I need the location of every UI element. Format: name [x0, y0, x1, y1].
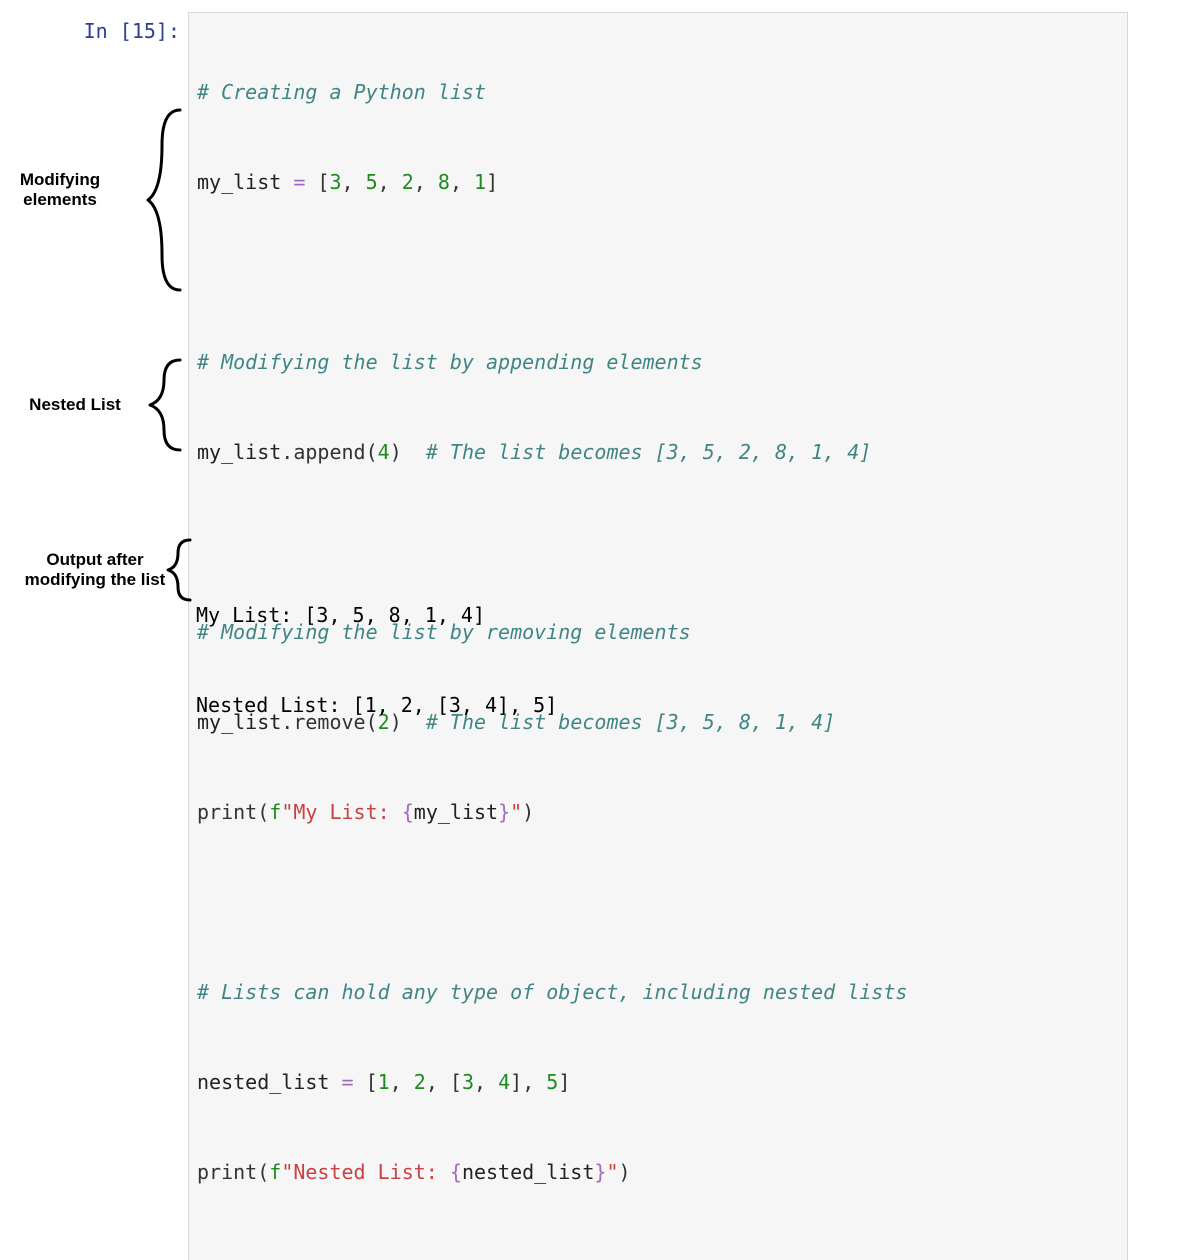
num: 8 [438, 170, 450, 194]
code-line-12: nested_list = [1, 2, [3, 4], 5] [197, 1067, 1119, 1097]
code-line-blank [197, 1247, 1119, 1260]
string: "Nested List: [281, 1160, 450, 1184]
paren-open: ( [257, 800, 269, 824]
prompt-close: ]: [156, 19, 180, 43]
num: 1 [474, 170, 486, 194]
brace-close-icon: } [594, 1160, 606, 1184]
jupyter-cell-screenshot: In [15]: # Creating a Python list my_lis… [0, 0, 1200, 630]
paren-open: ( [366, 440, 378, 464]
output-line-1: My List: [3, 5, 8, 1, 4] [196, 600, 1120, 630]
brace-output-icon [160, 535, 196, 605]
comma: , [522, 1070, 546, 1094]
f-prefix: f [269, 1160, 281, 1184]
output-line-2: Nested List: [1, 2, [3, 4], 5] [196, 690, 1120, 720]
code-line-2: my_list = [3, 5, 2, 8, 1] [197, 167, 1119, 197]
anno-modifying-elements: Modifying elements [10, 170, 110, 211]
in-label: In [ [84, 19, 132, 43]
code-line-13: print(f"Nested List: {nested_list}") [197, 1157, 1119, 1187]
brace-modifying-icon [140, 105, 190, 295]
code-line-blank [197, 257, 1119, 287]
execution-count: 15 [132, 19, 156, 43]
bracket-open: [ [366, 1070, 378, 1094]
num: 1 [378, 1070, 390, 1094]
bracket-close: ] [510, 1070, 522, 1094]
comma: , [390, 1070, 414, 1094]
dot: . [281, 440, 293, 464]
builtin-print: print [197, 800, 257, 824]
comma: , [426, 1070, 450, 1094]
string-close: " [510, 800, 522, 824]
bracket-close: ] [558, 1070, 570, 1094]
anno-nested-list: Nested List [20, 395, 130, 415]
num: 4 [498, 1070, 510, 1094]
brace-open-icon: { [450, 1160, 462, 1184]
bracket-close: ] [486, 170, 498, 194]
method-append: append [293, 440, 365, 464]
comment: # Creating a Python list [197, 80, 486, 104]
string: "My List: [281, 800, 401, 824]
num: 2 [414, 1070, 426, 1094]
string-close: " [606, 1160, 618, 1184]
space [402, 440, 426, 464]
builtin-print: print [197, 1160, 257, 1184]
paren-close: ) [522, 800, 534, 824]
comment: # Lists can hold any type of object, inc… [197, 980, 907, 1004]
num: 4 [378, 440, 390, 464]
code-line-4: # Modifying the list by appending elemen… [197, 347, 1119, 377]
brace-open-icon: { [402, 800, 414, 824]
anno-output: Output after modifying the list [10, 550, 180, 591]
brace-close-icon: } [498, 800, 510, 824]
var-name: my_list [197, 440, 281, 464]
interp-name: nested_list [462, 1160, 594, 1184]
input-prompt: In [15]: [0, 16, 180, 46]
code-line-blank [197, 887, 1119, 917]
paren-open: ( [257, 1160, 269, 1184]
comment: # The list becomes [3, 5, 2, 8, 1, 4] [426, 440, 872, 464]
comma: , [378, 170, 402, 194]
op-eq: = [281, 170, 317, 194]
paren-close: ) [390, 440, 402, 464]
op-eq: = [329, 1070, 365, 1094]
paren-close: ) [618, 1160, 630, 1184]
num: 5 [546, 1070, 558, 1094]
num: 5 [366, 170, 378, 194]
code-line-5: my_list.append(4) # The list becomes [3,… [197, 437, 1119, 467]
var-name: nested_list [197, 1070, 329, 1094]
code-line-11: # Lists can hold any type of object, inc… [197, 977, 1119, 1007]
num: 3 [462, 1070, 474, 1094]
nested-list: [ [450, 1070, 462, 1094]
comma: , [450, 170, 474, 194]
comma: , [414, 170, 438, 194]
bracket-open: [ [317, 170, 329, 194]
code-line-1: # Creating a Python list [197, 77, 1119, 107]
num: 2 [402, 170, 414, 194]
num: 3 [329, 170, 341, 194]
comma: , [474, 1070, 498, 1094]
var-name: my_list [197, 170, 281, 194]
comma: , [342, 170, 366, 194]
code-line-9: print(f"My List: {my_list}") [197, 797, 1119, 827]
cell-output: My List: [3, 5, 8, 1, 4] Nested List: [1… [188, 536, 1128, 784]
brace-nested-icon [140, 355, 190, 455]
comment: # Modifying the list by appending elemen… [197, 350, 703, 374]
interp-name: my_list [414, 800, 498, 824]
f-prefix: f [269, 800, 281, 824]
